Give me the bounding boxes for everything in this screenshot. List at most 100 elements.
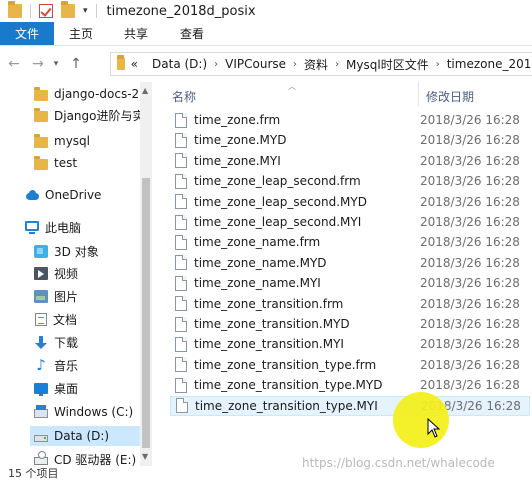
tab-share[interactable]: 共享 bbox=[108, 22, 164, 45]
file-row[interactable]: time_zone_transition_type.MYI 2018/3/26 1… bbox=[170, 395, 530, 416]
sidebar-item-django-advanced[interactable]: Django进阶与实 bbox=[34, 105, 145, 125]
file-name: time_zone_transition.frm bbox=[194, 296, 344, 311]
file-icon bbox=[175, 234, 187, 250]
address-bar[interactable]: « Data (D:) › VIPCourse › 资料 › Mysql时区文件… bbox=[110, 52, 532, 76]
sidebar-item-3d-objects[interactable]: 3D 对象 bbox=[34, 241, 99, 261]
back-arrow-icon[interactable]: ← bbox=[4, 54, 24, 74]
divider[interactable] bbox=[418, 82, 419, 106]
file-icon bbox=[175, 173, 187, 189]
file-name: time_zone_leap_second.MYD bbox=[194, 194, 367, 209]
scroll-up-icon[interactable]: ▲ bbox=[142, 86, 148, 95]
tab-view[interactable]: 查看 bbox=[164, 22, 220, 45]
drive-icon bbox=[34, 434, 48, 442]
file-icon bbox=[175, 316, 187, 332]
file-date-modified: 2018/3/26 16:28 bbox=[420, 113, 520, 127]
breadcrumb-ziliao[interactable]: 资料 bbox=[304, 56, 328, 73]
computer-icon bbox=[25, 221, 39, 234]
sidebar-item-label: 桌面 bbox=[54, 381, 79, 396]
file-row[interactable]: time_zone_leap_second.frm 2018/3/26 16:28 bbox=[170, 171, 530, 191]
breadcrumb-vipcourse[interactable]: VIPCourse bbox=[225, 57, 286, 71]
column-date-modified[interactable]: 修改日期 bbox=[426, 88, 474, 105]
chevron-right-icon[interactable]: › bbox=[214, 59, 218, 70]
tab-file[interactable]: 文件 bbox=[0, 22, 54, 45]
sidebar-item-label: 此电脑 bbox=[45, 220, 82, 235]
sidebar-item-django-docs[interactable]: django-docs-2 bbox=[34, 84, 139, 104]
file-icon bbox=[175, 357, 187, 373]
file-row[interactable]: time_zone.MYD 2018/3/26 16:28 bbox=[170, 130, 530, 150]
file-row[interactable]: time_zone.frm 2018/3/26 16:28 bbox=[170, 110, 530, 130]
breadcrumb-overflow[interactable]: « bbox=[131, 57, 138, 71]
sidebar-item-label: OneDrive bbox=[45, 188, 102, 202]
sidebar-item-test[interactable]: test bbox=[34, 153, 77, 173]
new-folder-icon[interactable] bbox=[61, 1, 75, 18]
file-row[interactable]: time_zone_transition_type.MYD 2018/3/26 1… bbox=[170, 375, 530, 395]
cd-drive-icon bbox=[34, 450, 48, 465]
file-row[interactable]: time_zone_transition_type.frm 2018/3/26 1… bbox=[170, 355, 530, 375]
desktop-icon bbox=[34, 382, 48, 396]
file-name: time_zone_transition_type.frm bbox=[194, 357, 377, 372]
file-date-modified: 2018/3/26 16:28 bbox=[420, 255, 520, 270]
file-icon bbox=[175, 132, 187, 148]
chevron-right-icon[interactable]: › bbox=[436, 59, 440, 70]
sidebar-item-pictures[interactable]: 图片 bbox=[34, 286, 78, 306]
scrollbar-thumb[interactable] bbox=[142, 178, 150, 448]
navigation-bar: ← → ▾ ↑ « Data (D:) › VIPCourse › 资料 › M… bbox=[0, 46, 532, 82]
file-date-modified: 2018/3/26 16:28 bbox=[420, 357, 520, 372]
sidebar-item-videos[interactable]: 视频 bbox=[34, 263, 78, 283]
file-row[interactable]: time_zone_name.MYD 2018/3/26 16:28 bbox=[170, 253, 530, 273]
file-name: time_zone.MYI bbox=[194, 153, 281, 168]
divider bbox=[95, 4, 97, 18]
sidebar-item-this-pc[interactable]: 此电脑 bbox=[25, 217, 81, 237]
sidebar-item-label: Data (D:) bbox=[54, 429, 110, 443]
picture-icon bbox=[34, 289, 48, 303]
download-icon bbox=[34, 335, 48, 349]
chevron-right-icon[interactable]: › bbox=[335, 59, 339, 70]
title-bar: ▾ timezone_2018d_posix bbox=[0, 0, 532, 22]
cloud-icon bbox=[25, 189, 39, 202]
file-date-modified: 2018/3/26 16:28 bbox=[420, 296, 520, 311]
file-row[interactable]: time_zone_transition.frm 2018/3/26 16:28 bbox=[170, 294, 530, 314]
file-row[interactable]: time_zone_name.MYI 2018/3/26 16:28 bbox=[170, 273, 530, 293]
file-icon bbox=[175, 377, 187, 393]
properties-icon[interactable] bbox=[39, 4, 53, 18]
forward-arrow-icon[interactable]: → bbox=[28, 54, 48, 74]
file-row[interactable]: time_zone.MYI 2018/3/26 16:28 bbox=[170, 151, 530, 171]
folder-icon bbox=[34, 107, 48, 122]
file-icon bbox=[175, 112, 187, 128]
file-date-modified: 2018/3/26 16:28 bbox=[420, 194, 520, 209]
sidebar-item-windows-c[interactable]: Windows (C:) bbox=[34, 402, 133, 422]
file-date-modified: 2018/3/26 16:28 bbox=[420, 215, 520, 229]
column-name[interactable]: 名称 bbox=[172, 88, 196, 105]
sidebar-item-mysql[interactable]: mysql bbox=[34, 131, 90, 151]
file-row[interactable]: time_zone_name.frm 2018/3/26 16:28 bbox=[170, 232, 530, 252]
sort-up-icon: ︿ bbox=[288, 82, 296, 91]
breadcrumb-current[interactable]: timezone_2018 bbox=[447, 57, 532, 71]
file-row[interactable]: time_zone_leap_second.MYI 2018/3/26 16:28 bbox=[170, 212, 530, 232]
sidebar-item-downloads[interactable]: 下载 bbox=[34, 332, 78, 352]
sidebar-item-label: 文档 bbox=[53, 312, 78, 327]
folder-icon bbox=[34, 155, 48, 170]
scroll-down-icon[interactable]: ▼ bbox=[142, 452, 148, 461]
sidebar-item-label: 音乐 bbox=[54, 358, 79, 373]
sidebar-item-desktop[interactable]: 桌面 bbox=[34, 378, 78, 398]
recent-locations-icon[interactable]: ▾ bbox=[50, 54, 62, 74]
breadcrumb-drive[interactable]: Data (D:) bbox=[152, 57, 207, 71]
breadcrumb-mysql-timezone[interactable]: Mysql时区文件 bbox=[346, 56, 429, 73]
sidebar-item-data-d[interactable]: Data (D:) bbox=[30, 426, 140, 446]
file-date-modified: 2018/3/26 16:28 bbox=[420, 337, 520, 352]
file-row[interactable]: time_zone_leap_second.MYD 2018/3/26 16:28 bbox=[170, 192, 530, 212]
video-icon bbox=[34, 266, 48, 280]
file-row[interactable]: time_zone_transition.MYI 2018/3/26 16:28 bbox=[170, 334, 530, 354]
file-row[interactable]: time_zone_transition.MYD 2018/3/26 16:28 bbox=[170, 314, 530, 334]
chevron-right-icon[interactable]: › bbox=[293, 59, 297, 70]
chevron-down-icon[interactable]: ▾ bbox=[83, 6, 88, 16]
tab-home[interactable]: 主页 bbox=[54, 22, 108, 45]
sidebar-item-onedrive[interactable]: OneDrive bbox=[25, 185, 101, 205]
file-icon bbox=[175, 296, 187, 312]
sidebar-scrollbar[interactable]: ▲ ▼ bbox=[140, 82, 152, 466]
sidebar-item-documents[interactable]: 文档 bbox=[34, 309, 77, 329]
up-arrow-icon[interactable]: ↑ bbox=[66, 54, 86, 74]
sidebar-item-music[interactable]: ♪ 音乐 bbox=[34, 355, 78, 375]
file-name: time_zone_name.MYI bbox=[194, 276, 321, 291]
sidebar-item-label: Windows (C:) bbox=[54, 405, 134, 419]
